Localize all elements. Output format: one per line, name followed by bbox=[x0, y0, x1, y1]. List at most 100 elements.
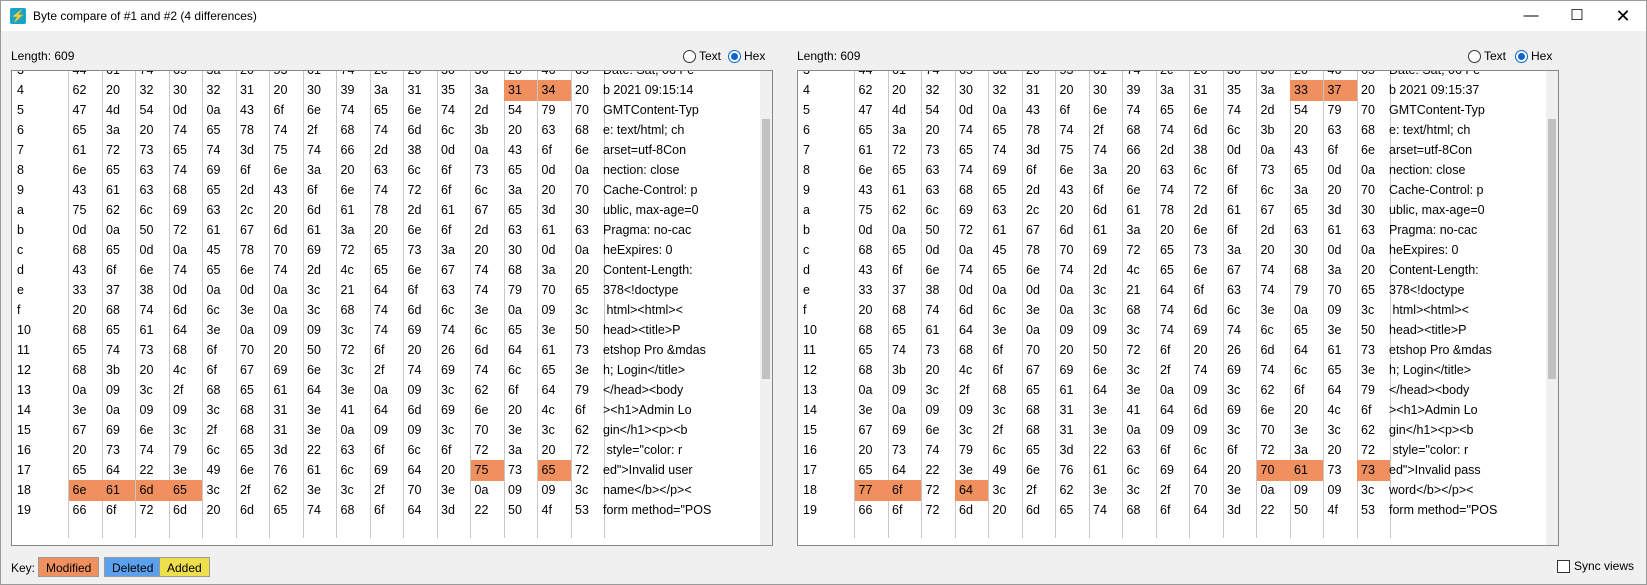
hex-byte[interactable]: 20 bbox=[1357, 80, 1390, 101]
hex-byte[interactable]: 63 bbox=[989, 200, 1022, 221]
hex-byte[interactable]: 65 bbox=[1290, 160, 1323, 181]
hex-byte[interactable]: 6d bbox=[471, 340, 504, 361]
hex-byte[interactable]: 78 bbox=[1022, 120, 1055, 141]
hex-byte[interactable]: 74 bbox=[1156, 180, 1189, 201]
hex-byte[interactable]: 61 bbox=[102, 180, 135, 201]
hex-byte[interactable]: 67 bbox=[471, 200, 504, 221]
hex-byte[interactable]: 0d bbox=[955, 280, 988, 301]
hex-byte[interactable]: 6e bbox=[1022, 460, 1055, 481]
hex-byte[interactable]: 3d bbox=[437, 500, 470, 521]
hex-byte[interactable]: 6c bbox=[404, 440, 437, 461]
hex-byte[interactable]: 65 bbox=[1156, 240, 1189, 261]
hex-byte-modified[interactable]: 77 bbox=[854, 480, 888, 501]
hex-byte[interactable]: 3e bbox=[303, 480, 336, 501]
hex-byte[interactable]: 64 bbox=[169, 320, 202, 341]
hex-byte[interactable]: 65 bbox=[888, 240, 921, 261]
hex-byte[interactable]: 68 bbox=[1123, 120, 1156, 141]
close-button[interactable]: ✕ bbox=[1600, 1, 1646, 31]
hex-byte[interactable]: 78 bbox=[236, 240, 269, 261]
hex-byte[interactable]: 74 bbox=[303, 500, 336, 521]
hex-byte[interactable]: 09 bbox=[1324, 480, 1357, 501]
hex-byte[interactable]: 2f bbox=[236, 480, 269, 501]
hex-byte[interactable]: 74 bbox=[102, 340, 135, 361]
hex-byte[interactable]: 0d bbox=[1223, 140, 1256, 161]
hex-byte[interactable]: 69 bbox=[303, 240, 336, 261]
hex-byte[interactable]: 22 bbox=[1257, 500, 1290, 521]
hex-byte[interactable]: 61 bbox=[1089, 460, 1122, 481]
hex-byte[interactable]: 6c bbox=[1223, 300, 1256, 321]
hex-byte[interactable]: 6f bbox=[370, 500, 403, 521]
hex-byte[interactable]: 64 bbox=[370, 280, 403, 301]
hex-byte[interactable]: 0a bbox=[1357, 240, 1390, 261]
hex-byte[interactable]: 74 bbox=[1257, 360, 1290, 381]
hex-byte[interactable]: 6c bbox=[471, 180, 504, 201]
hex-byte[interactable]: 2d bbox=[303, 260, 336, 281]
hex-byte[interactable]: 43 bbox=[1022, 100, 1055, 121]
hex-byte[interactable]: 68 bbox=[69, 240, 102, 261]
hex-byte[interactable]: 3c bbox=[1357, 300, 1390, 321]
hex-byte[interactable]: 3e bbox=[303, 420, 336, 441]
hex-byte[interactable]: 32 bbox=[136, 80, 169, 101]
hex-byte[interactable]: 6e bbox=[1022, 260, 1055, 281]
hex-byte[interactable]: 0a bbox=[337, 420, 370, 441]
hex-byte[interactable]: 79 bbox=[504, 280, 537, 301]
hex-byte[interactable]: 65 bbox=[855, 340, 888, 361]
hex-byte[interactable]: 6d bbox=[1089, 200, 1122, 221]
hex-byte[interactable]: 65 bbox=[102, 160, 135, 181]
hex-byte[interactable]: 20 bbox=[404, 340, 437, 361]
hex-byte[interactable]: 6f bbox=[1089, 180, 1122, 201]
hex-byte[interactable]: 74 bbox=[270, 120, 303, 141]
hex-byte[interactable]: 6f bbox=[1156, 500, 1189, 521]
hex-byte[interactable]: 0d bbox=[236, 280, 269, 301]
hex-byte[interactable]: 63 bbox=[370, 160, 403, 181]
hex-byte[interactable]: 70 bbox=[1056, 240, 1089, 261]
hex-byte[interactable]: 3c bbox=[1223, 420, 1256, 441]
hex-byte[interactable]: 3e bbox=[955, 460, 988, 481]
hex-byte[interactable]: 3d bbox=[270, 440, 303, 461]
hex-byte[interactable]: 3e bbox=[504, 420, 537, 441]
hex-byte[interactable]: 2d bbox=[471, 100, 504, 121]
hex-byte[interactable]: 3c bbox=[1089, 280, 1122, 301]
hex-byte[interactable]: 30 bbox=[1089, 80, 1122, 101]
hex-byte[interactable]: 6e bbox=[1089, 100, 1122, 121]
hex-byte[interactable]: 3c bbox=[437, 380, 470, 401]
hex-byte[interactable]: 0a bbox=[571, 160, 604, 181]
hex-byte[interactable]: 20 bbox=[922, 120, 955, 141]
hex-byte[interactable]: 74 bbox=[1089, 140, 1122, 161]
hex-byte[interactable]: 6c bbox=[1223, 120, 1256, 141]
hex-byte[interactable]: 0a bbox=[69, 380, 102, 401]
hex-byte[interactable]: 65 bbox=[370, 100, 403, 121]
hex-byte[interactable]: 67 bbox=[855, 420, 888, 441]
hex-byte[interactable]: 69 bbox=[169, 200, 202, 221]
hex-byte[interactable]: 73 bbox=[471, 160, 504, 181]
hex-byte[interactable]: 20 bbox=[538, 440, 571, 461]
hex-byte[interactable]: 64 bbox=[538, 380, 571, 401]
hex-byte[interactable]: 6f bbox=[370, 340, 403, 361]
hex-byte[interactable]: 74 bbox=[922, 440, 955, 461]
hex-byte[interactable]: 31 bbox=[1022, 80, 1055, 101]
hex-byte[interactable]: 3e bbox=[303, 400, 336, 421]
hex-byte[interactable]: 69 bbox=[888, 420, 921, 441]
hex-byte[interactable]: 74 bbox=[437, 320, 470, 341]
hex-byte[interactable]: 66 bbox=[1123, 140, 1156, 161]
hex-byte[interactable]: 6f bbox=[888, 500, 921, 521]
hex-byte[interactable]: 69 bbox=[1223, 400, 1256, 421]
hex-byte[interactable]: 37 bbox=[102, 280, 135, 301]
hex-byte[interactable]: 65 bbox=[504, 160, 537, 181]
hex-byte[interactable]: 65 bbox=[888, 160, 921, 181]
hex-byte[interactable]: 09 bbox=[1089, 320, 1122, 341]
hex-byte[interactable]: 6e bbox=[1190, 100, 1223, 121]
sync-views-checkbox[interactable]: Sync views bbox=[1557, 559, 1634, 573]
hex-byte[interactable]: 20 bbox=[102, 80, 135, 101]
hex-byte[interactable]: 20 bbox=[504, 120, 537, 141]
hex-byte[interactable]: 68 bbox=[203, 380, 236, 401]
hex-byte[interactable]: 0d bbox=[538, 240, 571, 261]
hex-byte[interactable]: 63 bbox=[1223, 280, 1256, 301]
hex-byte[interactable]: 68 bbox=[169, 340, 202, 361]
hex-byte[interactable]: 65 bbox=[855, 120, 888, 141]
hex-byte[interactable]: 3b bbox=[102, 360, 135, 381]
hex-byte[interactable]: 74 bbox=[136, 300, 169, 321]
hex-byte[interactable]: 09 bbox=[136, 400, 169, 421]
hex-byte[interactable]: 0a bbox=[169, 240, 202, 261]
hex-byte[interactable]: 0a bbox=[888, 220, 921, 241]
